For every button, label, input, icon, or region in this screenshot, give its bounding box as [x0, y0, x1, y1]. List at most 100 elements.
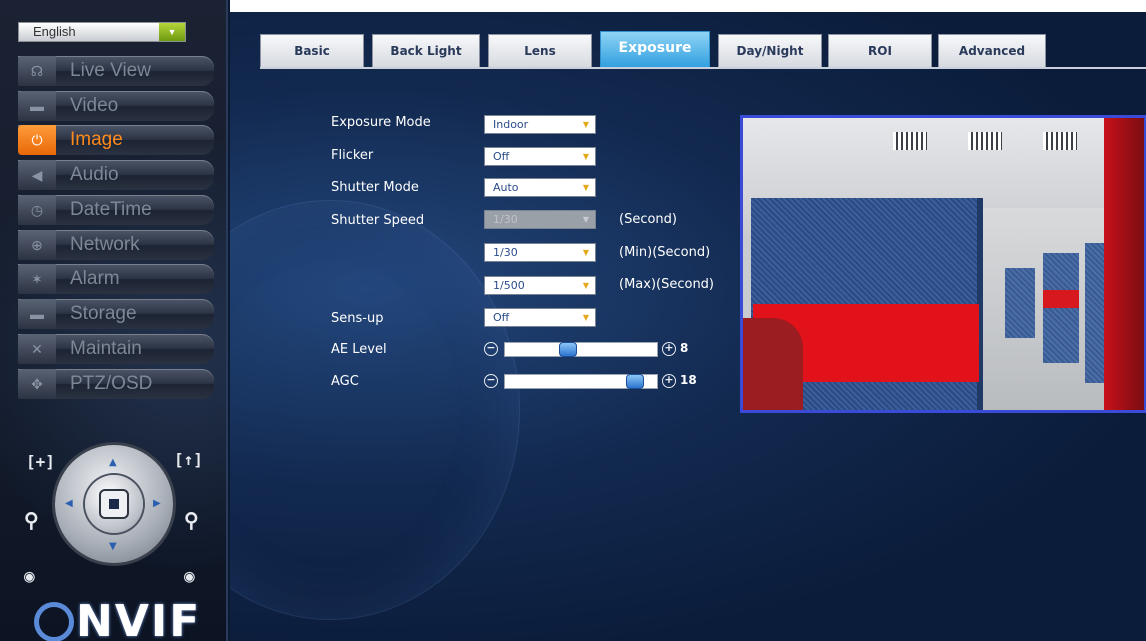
sidebar-item-label: Video: [70, 95, 119, 116]
language-value: English: [33, 24, 76, 39]
sidebar-item-storage[interactable]: ▬ Storage: [18, 299, 214, 329]
flicker-value: Off: [493, 150, 510, 163]
minus-icon[interactable]: −: [484, 374, 498, 388]
sidebar-item-label: Image: [70, 129, 123, 150]
plus-icon[interactable]: +: [662, 342, 676, 356]
sidebar-item-label: Live View: [70, 60, 151, 81]
chevron-down-icon: ▼: [582, 248, 589, 257]
preview-light: [968, 132, 1002, 150]
chevron-down-icon: ▼: [582, 183, 589, 192]
flicker-select[interactable]: Off ▼: [484, 147, 596, 166]
language-select[interactable]: English ▼: [18, 22, 186, 42]
shutter-mode-select[interactable]: Auto ▼: [484, 178, 596, 197]
shutter-min-unit: (Min)(Second): [619, 245, 711, 260]
sidebar-item-live-view[interactable]: ☊ Live View: [18, 56, 214, 86]
sidebar-item-maintain[interactable]: ✕ Maintain: [18, 334, 214, 364]
minus-icon[interactable]: −: [484, 342, 498, 356]
sidebar-item-network[interactable]: ⊕ Network: [18, 230, 214, 260]
sidebar-item-datetime[interactable]: ◷ DateTime: [18, 195, 214, 225]
pan-up-icon[interactable]: ▲: [109, 457, 117, 468]
speaker-icon: ◀: [18, 160, 56, 190]
exposure-mode-select[interactable]: Indoor ▼: [484, 115, 596, 134]
shutter-speed-value: 1/30: [493, 213, 518, 226]
chevron-down-icon: ▼: [582, 281, 589, 290]
ae-level-value: 8: [680, 341, 689, 355]
stop-icon: [99, 489, 129, 519]
agc-slider[interactable]: − + 18: [484, 372, 704, 390]
chevron-down-icon: ▼: [582, 120, 589, 129]
tab-underline: [260, 67, 1146, 69]
tab-lens[interactable]: Lens: [488, 34, 592, 68]
top-strip: [230, 0, 1146, 12]
preview-red-strip: [1043, 290, 1079, 308]
ae-level-track[interactable]: [504, 342, 658, 357]
iris-close-icon[interactable]: ◉: [24, 566, 35, 587]
ae-level-label: AE Level: [331, 342, 387, 357]
sidebar-item-ptz-osd[interactable]: ✥ PTZ/OSD: [18, 369, 214, 399]
sidebar-item-label: Alarm: [70, 268, 120, 289]
chevron-down-icon: ▼: [582, 215, 589, 224]
shutter-min-select[interactable]: 1/30 ▼: [484, 243, 596, 262]
sidebar-item-video[interactable]: ▬ Video: [18, 91, 214, 121]
shutter-mode-label: Shutter Mode: [331, 180, 419, 195]
tab-advanced[interactable]: Advanced: [938, 34, 1046, 68]
page: English ▼ ☊ Live View ▬ Video ⏻ Image ◀ …: [0, 0, 1146, 641]
storage-icon: ▬: [18, 299, 56, 329]
pan-right-icon[interactable]: ▶: [153, 498, 161, 509]
sidebar-item-label: Maintain: [70, 338, 142, 359]
main-panel: Basic Back Light Lens Exposure Day/Night…: [230, 0, 1146, 641]
chevron-down-icon: ▼: [159, 23, 185, 41]
ptz-joystick[interactable]: ▲ ▼ ◀ ▶: [55, 445, 173, 563]
tab-basic[interactable]: Basic: [260, 34, 364, 68]
exposure-mode-label: Exposure Mode: [331, 115, 431, 130]
ae-level-thumb[interactable]: [559, 342, 577, 357]
agc-track[interactable]: [504, 374, 658, 389]
globe-background: [230, 200, 520, 620]
camera-preview: [740, 115, 1146, 413]
ptz-icon: ✥: [18, 369, 56, 399]
logo-ring-icon: [34, 602, 74, 641]
shutter-max-select[interactable]: 1/500 ▼: [484, 276, 596, 295]
flicker-label: Flicker: [331, 148, 374, 163]
plus-icon[interactable]: +: [662, 374, 676, 388]
preview-light: [1043, 132, 1077, 150]
shutter-speed-label: Shutter Speed: [331, 213, 425, 228]
sidebar-item-label: PTZ/OSD: [70, 373, 153, 394]
onvif-logo: NVIF: [34, 596, 201, 641]
sens-up-select[interactable]: Off ▼: [484, 308, 596, 327]
focus-near-icon[interactable]: [+]: [26, 452, 55, 471]
chevron-down-icon: ▼: [582, 313, 589, 322]
sidebar-item-image[interactable]: ⏻ Image: [18, 125, 214, 155]
sidebar-item-alarm[interactable]: ✶ Alarm: [18, 264, 214, 294]
sens-up-value: Off: [493, 311, 510, 324]
ptz-home-button[interactable]: [85, 475, 143, 533]
speech-icon: ☊: [18, 56, 56, 86]
iris-open-icon[interactable]: ◉: [184, 566, 195, 587]
sidebar-item-label: Network: [70, 234, 140, 255]
tab-day-night[interactable]: Day/Night: [718, 34, 822, 68]
pan-left-icon[interactable]: ◀: [65, 498, 73, 509]
sidebar-item-label: DateTime: [70, 199, 152, 220]
tab-back-light[interactable]: Back Light: [372, 34, 480, 68]
preview-cubicle: [1043, 253, 1079, 363]
agc-label: AGC: [331, 374, 359, 389]
zoom-out-icon[interactable]: ⚲: [24, 508, 39, 532]
pan-down-icon[interactable]: ▼: [109, 541, 117, 552]
shutter-max-unit: (Max)(Second): [619, 277, 715, 292]
shutter-speed-select: 1/30 ▼: [484, 210, 596, 229]
tab-roi[interactable]: ROI: [828, 34, 932, 68]
sens-up-label: Sens-up: [331, 311, 384, 326]
focus-far-icon[interactable]: [↑]: [174, 450, 203, 469]
sidebar-item-label: Storage: [70, 303, 137, 324]
preview-cubicle: [1005, 268, 1035, 338]
ae-level-slider[interactable]: − + 8: [484, 340, 694, 358]
shutter-mode-value: Auto: [493, 181, 519, 194]
sidebar: English ▼ ☊ Live View ▬ Video ⏻ Image ◀ …: [0, 0, 228, 641]
power-icon: ⏻: [18, 125, 56, 155]
tools-icon: ✕: [18, 334, 56, 364]
agc-value: 18: [680, 373, 697, 387]
sidebar-item-audio[interactable]: ◀ Audio: [18, 160, 214, 190]
zoom-in-icon[interactable]: ⚲: [184, 508, 199, 532]
agc-thumb[interactable]: [626, 374, 644, 389]
tab-exposure[interactable]: Exposure: [600, 31, 710, 68]
